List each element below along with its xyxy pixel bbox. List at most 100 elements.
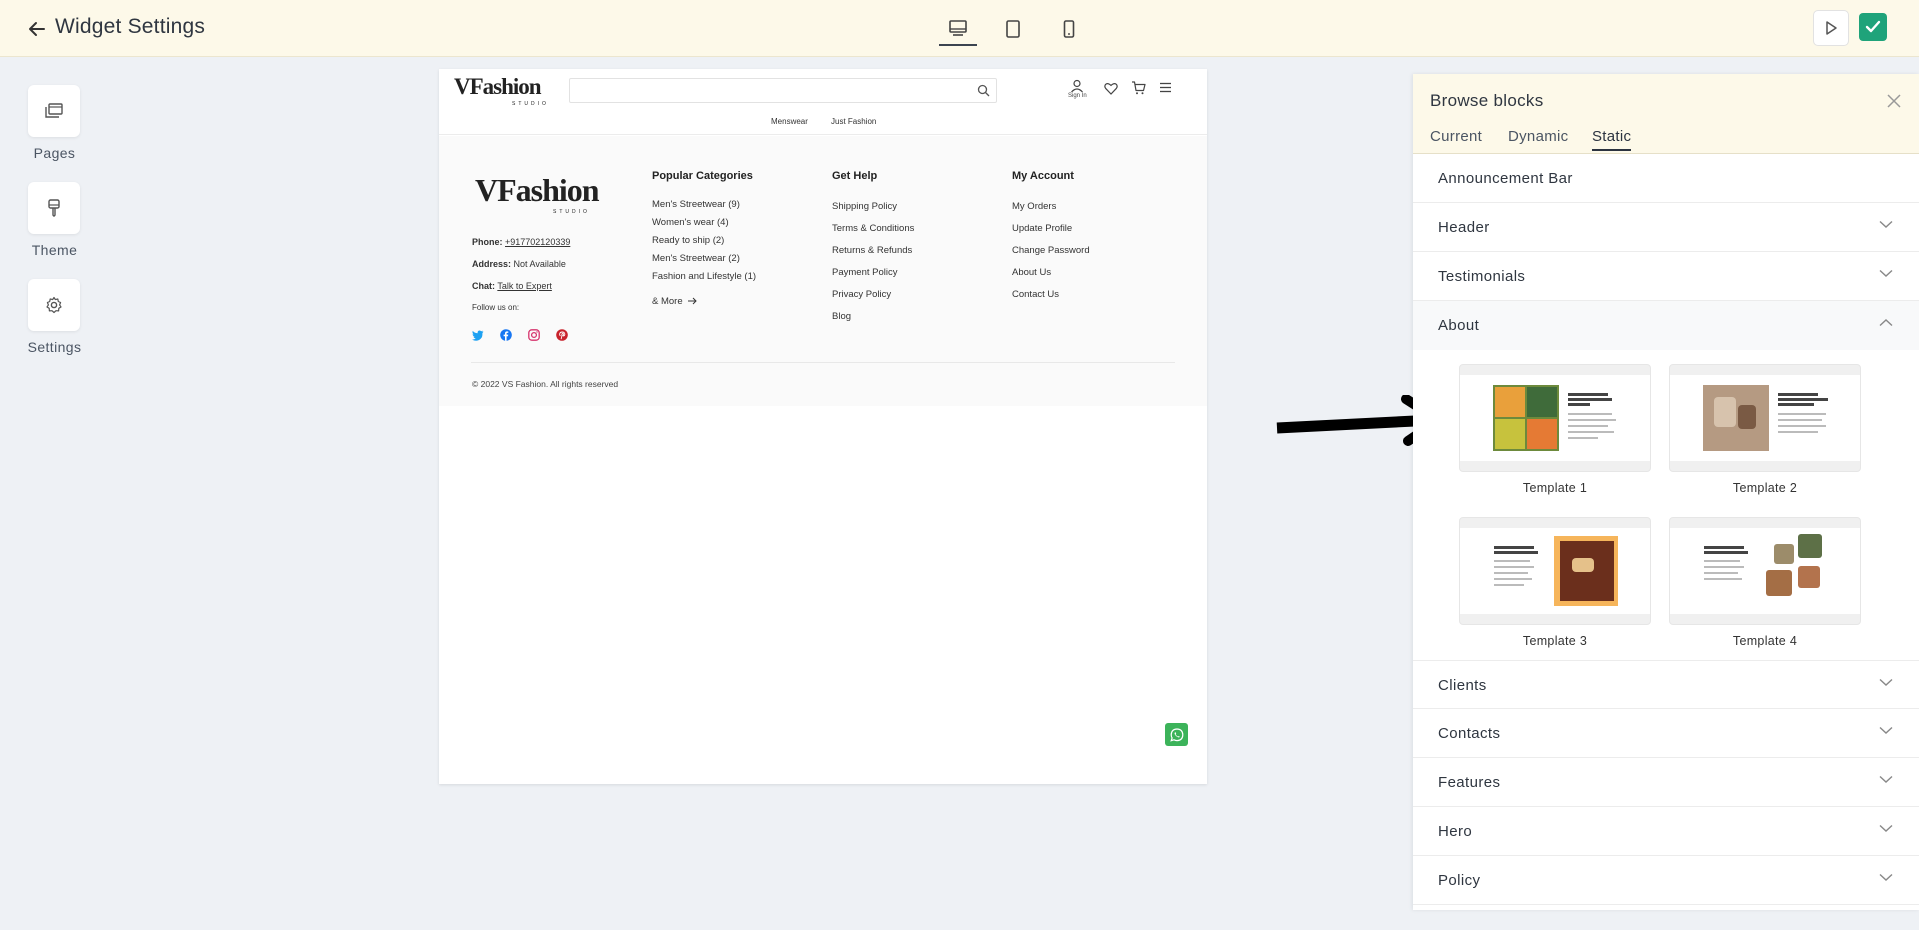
site-logo[interactable]: VFashion STUDIO — [454, 74, 546, 107]
block-row-header[interactable]: Header — [1413, 203, 1919, 252]
rail-settings[interactable]: Settings — [28, 279, 81, 355]
template-card-2[interactable]: Template 2 — [1669, 364, 1861, 495]
category-link[interactable]: Fashion and Lifestyle (1) — [652, 271, 756, 282]
chevron-down-icon — [1879, 269, 1893, 277]
cart-icon — [1132, 81, 1146, 95]
panel-title: Browse blocks — [1430, 91, 1544, 110]
footer-phone: Phone: +917702120339 — [472, 237, 571, 247]
block-row-policy[interactable]: Policy — [1413, 856, 1919, 905]
back-arrow-icon[interactable] — [24, 16, 50, 42]
template-card-3[interactable]: Template 3 — [1459, 517, 1651, 648]
chevron-down-icon — [1879, 678, 1893, 686]
instagram-icon[interactable] — [527, 328, 541, 342]
paint-brush-icon — [48, 199, 60, 217]
block-row-hero[interactable]: Hero — [1413, 807, 1919, 856]
whatsapp-icon — [1169, 727, 1183, 742]
block-row-about[interactable]: About — [1413, 301, 1919, 350]
block-row-label: Policy — [1438, 872, 1481, 889]
cart-button[interactable] — [1131, 81, 1146, 95]
checkmark-icon — [1865, 20, 1881, 33]
category-link[interactable]: Men's Streetwear (2) — [652, 253, 740, 264]
footer-logo: VFashion STUDIO — [475, 172, 600, 215]
template-label: Template 1 — [1522, 481, 1588, 495]
hamburger-menu-icon — [1160, 82, 1171, 93]
category-link[interactable]: Men's Streetwear (9) — [652, 199, 740, 210]
block-row-testimonials[interactable]: Testimonials — [1413, 252, 1919, 301]
tab-static[interactable]: Static — [1592, 128, 1632, 151]
block-row-label: Header — [1438, 219, 1490, 236]
chat-link[interactable]: Talk to Expert — [497, 281, 552, 291]
rail-pages-label: Pages — [33, 145, 76, 161]
help-link[interactable]: Returns & Refunds — [832, 245, 912, 256]
category-link[interactable]: Ready to ship (2) — [652, 235, 724, 246]
site-header[interactable]: VFashion STUDIO Sign In Menswear Just Fa… — [439, 69, 1207, 135]
chevron-down-icon — [1879, 775, 1893, 783]
sign-in-label: Sign In — [1068, 93, 1087, 99]
arrow-right-icon — [688, 298, 697, 305]
chevron-down-icon — [1879, 220, 1893, 228]
follow-us-label: Follow us on: — [472, 303, 520, 312]
block-row-label: Clients — [1438, 677, 1487, 694]
tab-dynamic[interactable]: Dynamic — [1508, 128, 1568, 149]
account-link[interactable]: Change Password — [1012, 245, 1090, 256]
pinterest-icon[interactable] — [555, 328, 569, 342]
template-thumbnail — [1459, 364, 1651, 472]
account-link[interactable]: Contact Us — [1012, 289, 1059, 300]
whatsapp-button[interactable] — [1165, 723, 1188, 746]
mobile-view-button[interactable] — [1050, 12, 1088, 46]
facebook-icon[interactable] — [499, 328, 513, 342]
more-categories-link[interactable]: & More — [652, 296, 697, 307]
footer-chat: Chat: Talk to Expert — [472, 281, 552, 291]
preview-button[interactable] — [1813, 10, 1849, 46]
help-link[interactable]: Blog — [832, 311, 851, 322]
play-icon — [1826, 21, 1837, 35]
template-label: Template 4 — [1732, 634, 1798, 648]
nav-link-menswear[interactable]: Menswear — [771, 117, 808, 126]
block-row-label: Testimonials — [1438, 268, 1526, 285]
block-row-label: Features — [1438, 774, 1501, 791]
help-link[interactable]: Privacy Policy — [832, 289, 891, 300]
block-row-label: Contacts — [1438, 725, 1501, 742]
search-icon[interactable] — [977, 84, 990, 102]
twitter-icon[interactable] — [471, 328, 485, 342]
account-link[interactable]: About Us — [1012, 267, 1051, 278]
block-row-contacts[interactable]: Contacts — [1413, 709, 1919, 758]
rail-theme[interactable]: Theme — [28, 182, 81, 258]
chevron-up-icon — [1879, 319, 1893, 327]
tablet-icon — [1006, 20, 1020, 38]
phone-link[interactable]: +917702120339 — [505, 237, 570, 247]
browse-blocks-panel: Browse blocks Current Dynamic Static Ann… — [1413, 74, 1919, 910]
help-link[interactable]: Payment Policy — [832, 267, 897, 278]
site-preview-canvas[interactable]: VFashion STUDIO Sign In Menswear Just Fa… — [439, 69, 1207, 784]
nav-link-just-fashion[interactable]: Just Fashion — [831, 117, 876, 126]
site-search-input[interactable] — [569, 78, 997, 103]
help-link[interactable]: Terms & Conditions — [832, 223, 914, 234]
account-link[interactable]: Update Profile — [1012, 223, 1072, 234]
account-link[interactable]: My Orders — [1012, 201, 1056, 212]
rail-pages[interactable]: Pages — [28, 85, 81, 161]
category-link[interactable]: Women's wear (4) — [652, 217, 729, 228]
heart-icon — [1104, 83, 1118, 95]
template-card-1[interactable]: Template 1 — [1459, 364, 1651, 495]
template-thumbnail — [1459, 517, 1651, 625]
close-icon[interactable] — [1883, 90, 1905, 112]
help-link[interactable]: Shipping Policy — [832, 201, 897, 212]
block-row-features[interactable]: Features — [1413, 758, 1919, 807]
page-title: Widget Settings — [55, 15, 206, 38]
block-row-label: Announcement Bar — [1438, 170, 1573, 187]
save-button[interactable] — [1859, 13, 1887, 41]
block-row-label: Hero — [1438, 823, 1473, 840]
tab-current[interactable]: Current — [1430, 128, 1482, 149]
desktop-view-button[interactable] — [939, 12, 977, 46]
block-row-clients[interactable]: Clients — [1413, 660, 1919, 709]
rail-settings-label: Settings — [27, 339, 82, 355]
menu-button[interactable] — [1159, 82, 1172, 93]
my-account-title: My Account — [1012, 170, 1074, 182]
wishlist-button[interactable] — [1104, 82, 1118, 95]
sign-in-button[interactable]: Sign In — [1068, 79, 1087, 99]
template-card-4[interactable]: Template 4 — [1669, 517, 1861, 648]
template-thumbnail — [1669, 364, 1861, 472]
tablet-view-button[interactable] — [994, 12, 1032, 46]
top-bar: Widget Settings — [0, 0, 1919, 57]
block-row-announcement-bar[interactable]: Announcement Bar — [1413, 154, 1919, 203]
